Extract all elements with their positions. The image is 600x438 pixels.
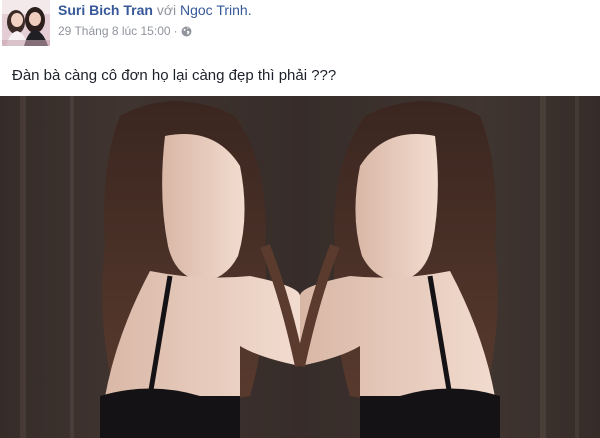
photo-image [0, 96, 600, 438]
avatar-image [2, 0, 50, 46]
post-header: Suri Bich Tran với Ngoc Trinh. 29 Tháng … [0, 0, 600, 48]
avatar[interactable] [2, 0, 50, 46]
post-photo[interactable] [0, 96, 600, 438]
post-message: Đàn bà càng cô đơn họ lại càng đẹp thì p… [12, 67, 337, 84]
with-label: với [156, 2, 177, 18]
post-meta: 29 Tháng 8 lúc 15:00 · [58, 23, 192, 39]
tagged-friend-link[interactable]: Ngoc Trinh. [180, 2, 252, 18]
author-name-link[interactable]: Suri Bich Tran [58, 2, 153, 18]
author-line: Suri Bich Tran với Ngoc Trinh. [58, 1, 252, 19]
meta-separator: · [173, 24, 178, 38]
post-timestamp[interactable]: 29 Tháng 8 lúc 15:00 [58, 24, 171, 38]
globe-icon[interactable] [181, 25, 192, 37]
